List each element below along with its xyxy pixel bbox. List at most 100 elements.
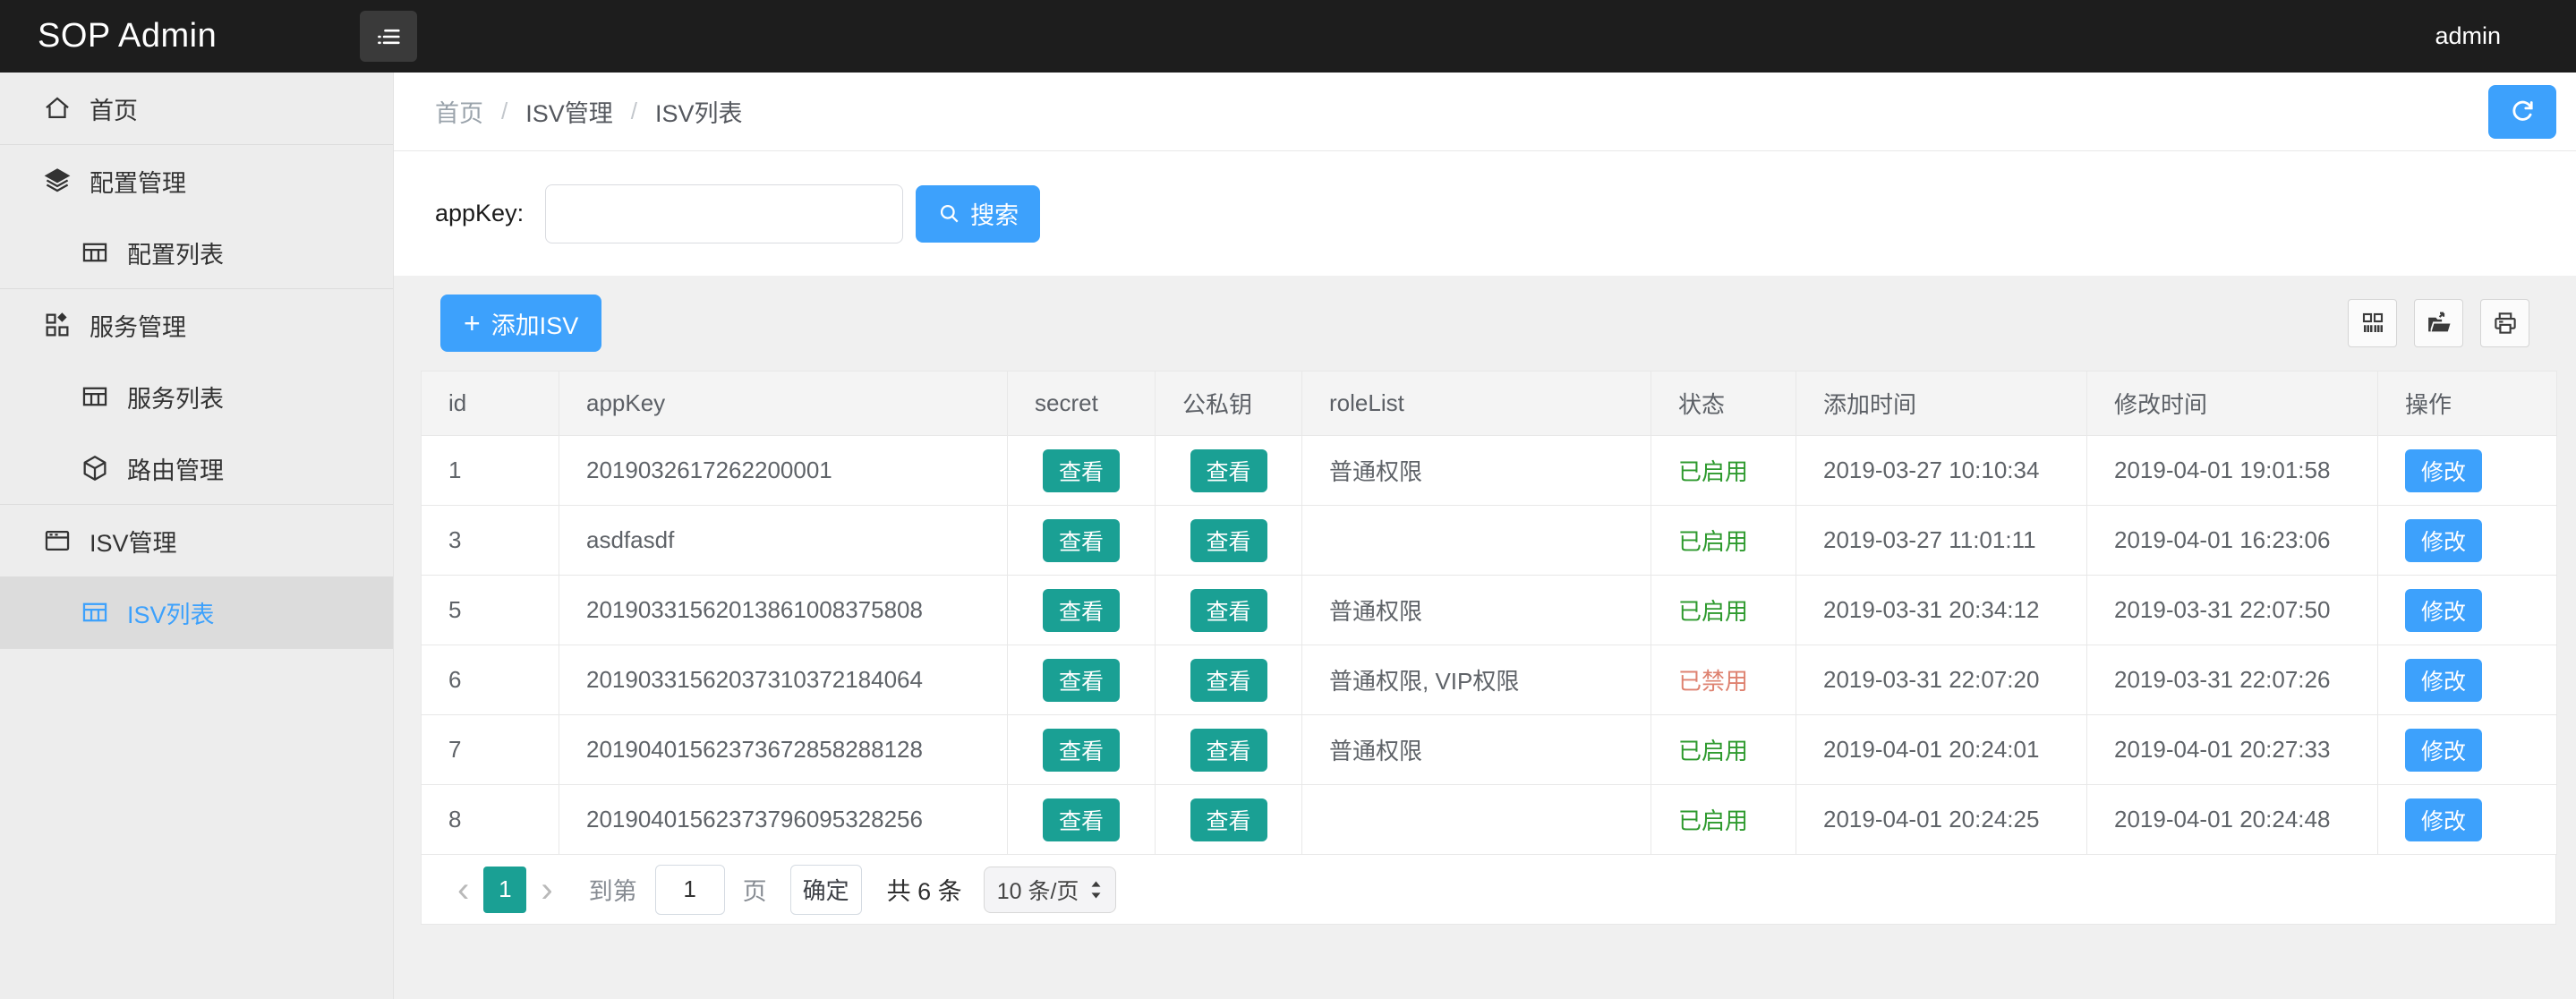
search-button[interactable]: 搜索	[916, 185, 1040, 243]
cell-appkey: 20190331562013861008375808	[559, 576, 1008, 645]
window-icon	[41, 525, 73, 557]
goto-page-input[interactable]	[655, 865, 725, 915]
components-icon	[41, 309, 73, 341]
cell-id: 5	[422, 576, 559, 645]
prev-page-button[interactable]: ‹	[457, 872, 469, 908]
current-page-button[interactable]: 1	[483, 867, 526, 913]
view-secret-button[interactable]: 查看	[1043, 589, 1120, 632]
pagination: ‹ 1 › 到第 页 确定 共 6 条 10 条/页	[421, 855, 2556, 925]
cell-status: 已启用	[1651, 715, 1796, 785]
cell-rolelist: 普通权限, VIP权限	[1302, 645, 1651, 715]
breadcrumb-item-ISV管理[interactable]: ISV管理	[525, 94, 613, 129]
view-keypair-button[interactable]: 查看	[1190, 729, 1267, 772]
sidebar-item-服务列表[interactable]: 服务列表	[0, 361, 393, 432]
print-icon	[2492, 310, 2519, 337]
table-row: 620190331562037310372184064查看查看普通权限, VIP…	[422, 645, 2557, 715]
edit-button[interactable]: 修改	[2405, 798, 2482, 841]
sidebar-item-服务管理[interactable]: 服务管理	[0, 289, 393, 361]
edit-button[interactable]: 修改	[2405, 519, 2482, 562]
sidebar-menu: 首页配置管理配置列表服务管理服务列表路由管理ISV管理ISV列表	[0, 73, 393, 649]
cell-modtime: 2019-03-31 22:07:50	[2087, 576, 2378, 645]
cell-pubkey: 查看	[1156, 576, 1302, 645]
cell-rolelist: 普通权限	[1302, 576, 1651, 645]
status-badge: 已启用	[1678, 458, 1748, 485]
edit-button[interactable]: 修改	[2405, 659, 2482, 702]
edit-button[interactable]: 修改	[2405, 589, 2482, 632]
print-button[interactable]	[2480, 299, 2529, 347]
cell-pubkey: 查看	[1156, 715, 1302, 785]
cell-modtime: 2019-04-01 20:24:48	[2087, 785, 2378, 855]
isv-table: idappKeysecret公私钥roleList状态添加时间修改时间操作 12…	[421, 371, 2557, 855]
view-keypair-button[interactable]: 查看	[1190, 798, 1267, 841]
cell-pubkey: 查看	[1156, 645, 1302, 715]
status-badge: 已启用	[1678, 807, 1748, 834]
view-secret-button[interactable]: 查看	[1043, 729, 1120, 772]
cell-rolelist	[1302, 785, 1651, 855]
view-keypair-button[interactable]: 查看	[1190, 519, 1267, 562]
next-page-button[interactable]: ›	[541, 872, 552, 908]
view-secret-button[interactable]: 查看	[1043, 519, 1120, 562]
view-secret-button[interactable]: 查看	[1043, 659, 1120, 702]
cell-addtime: 2019-03-31 20:34:12	[1796, 576, 2087, 645]
status-badge: 已禁用	[1678, 668, 1748, 695]
view-keypair-button[interactable]: 查看	[1190, 449, 1267, 492]
sidebar-item-ISV管理[interactable]: ISV管理	[0, 505, 393, 576]
layers-icon	[41, 165, 73, 197]
sidebar-toggle-button[interactable]	[360, 11, 417, 62]
sidebar: 首页配置管理配置列表服务管理服务列表路由管理ISV管理ISV列表	[0, 73, 394, 999]
user-menu[interactable]: admin	[2435, 22, 2501, 50]
cell-pubkey: 查看	[1156, 436, 1302, 506]
cell-rolelist: 普通权限	[1302, 715, 1651, 785]
sidebar-item-label: 配置管理	[90, 164, 186, 199]
table-icon	[79, 380, 111, 413]
appkey-input[interactable]	[545, 184, 903, 243]
view-keypair-button[interactable]: 查看	[1190, 589, 1267, 632]
cell-id: 1	[422, 436, 559, 506]
table-row: 12019032617262200001查看查看普通权限已启用2019-03-2…	[422, 436, 2557, 506]
top-navbar: SOP Admin admin	[0, 0, 2576, 73]
main-panel: 首页/ISV管理/ISV列表 appKey: 搜索 +	[394, 73, 2576, 999]
export-button[interactable]	[2414, 299, 2463, 347]
cell-action: 修改	[2378, 785, 2557, 855]
edit-button[interactable]: 修改	[2405, 729, 2482, 772]
table-icon	[79, 596, 111, 628]
cell-status: 已禁用	[1651, 645, 1796, 715]
content-area: + 添加ISV	[394, 276, 2576, 925]
add-isv-button[interactable]: + 添加ISV	[440, 295, 601, 352]
cell-appkey: 20190401562373672858288128	[559, 715, 1008, 785]
cell-modtime: 2019-03-31 22:07:26	[2087, 645, 2378, 715]
sidebar-item-ISV列表[interactable]: ISV列表	[0, 576, 393, 648]
confirm-button[interactable]: 确定	[790, 865, 862, 915]
sidebar-item-路由管理[interactable]: 路由管理	[0, 432, 393, 504]
cell-id: 8	[422, 785, 559, 855]
cell-rolelist	[1302, 506, 1651, 576]
sidebar-item-label: 服务列表	[127, 380, 224, 414]
refresh-button[interactable]	[2488, 85, 2556, 139]
appkey-label: appKey:	[435, 200, 524, 227]
cell-addtime: 2019-03-27 10:10:34	[1796, 436, 2087, 506]
view-secret-button[interactable]: 查看	[1043, 798, 1120, 841]
cell-modtime: 2019-04-01 19:01:58	[2087, 436, 2378, 506]
goto-label: 到第	[589, 872, 637, 907]
sidebar-item-首页[interactable]: 首页	[0, 73, 393, 144]
columns-button[interactable]	[2348, 299, 2397, 347]
total-count-label: 共 6 条	[887, 872, 962, 907]
page-size-value: 10 条/页	[997, 874, 1079, 906]
status-badge: 已启用	[1678, 598, 1748, 625]
status-badge: 已启用	[1678, 528, 1748, 555]
view-secret-button[interactable]: 查看	[1043, 449, 1120, 492]
sidebar-item-配置管理[interactable]: 配置管理	[0, 145, 393, 217]
cell-status: 已启用	[1651, 785, 1796, 855]
sidebar-item-配置列表[interactable]: 配置列表	[0, 217, 393, 288]
edit-button[interactable]: 修改	[2405, 449, 2482, 492]
breadcrumb-item-首页[interactable]: 首页	[435, 94, 483, 129]
add-isv-label: 添加ISV	[491, 306, 579, 341]
cell-modtime: 2019-04-01 20:27:33	[2087, 715, 2378, 785]
column-header-secret: secret	[1008, 371, 1156, 436]
view-keypair-button[interactable]: 查看	[1190, 659, 1267, 702]
breadcrumb-item-ISV列表: ISV列表	[655, 94, 743, 129]
export-icon	[2426, 310, 2452, 337]
columns-icon	[2359, 310, 2386, 337]
search-section: appKey: 搜索	[394, 151, 2576, 276]
page-size-select[interactable]: 10 条/页	[984, 867, 1117, 913]
